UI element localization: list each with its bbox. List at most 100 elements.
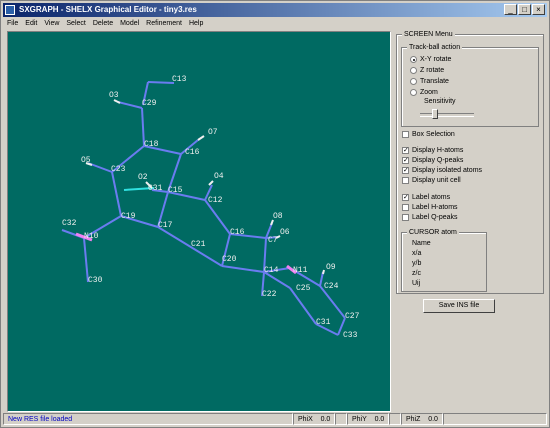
radio-xy-rotate[interactable]: X-Y rotate	[410, 55, 451, 64]
atom-label[interactable]: C30	[88, 276, 103, 285]
close-button[interactable]: ×	[532, 4, 545, 15]
bond	[289, 287, 317, 325]
menu-model[interactable]: Model	[120, 18, 139, 29]
atom-label[interactable]: O4	[214, 172, 224, 181]
atom-label[interactable]: C21	[191, 240, 206, 249]
menu-bar: File Edit View Select Delete Model Refin…	[3, 18, 550, 29]
maximize-button[interactable]: □	[518, 4, 531, 15]
checkbox-box[interactable]	[402, 204, 409, 211]
status-spacer	[389, 413, 401, 425]
atom-label[interactable]: C31	[148, 184, 163, 193]
status-spacer	[335, 413, 347, 425]
label-atoms-checkbox[interactable]: ✓ Label atoms	[402, 193, 450, 202]
save-ins-button[interactable]: Save INS file	[423, 299, 495, 313]
minimize-button[interactable]: _	[504, 4, 517, 15]
o7-atom	[197, 135, 205, 141]
bond	[204, 199, 231, 235]
atom-label[interactable]: C18	[144, 140, 159, 149]
atom-label[interactable]: C16	[185, 148, 200, 157]
o9-atom	[322, 269, 325, 275]
menu-edit[interactable]: Edit	[25, 18, 37, 29]
atom-label[interactable]: C22	[262, 290, 277, 299]
atom-label[interactable]: C29	[142, 99, 157, 108]
o4-atom	[208, 180, 214, 186]
cursor-zc-label: z/c	[412, 270, 421, 277]
checkbox-label: Box Selection	[412, 131, 455, 138]
atom-label[interactable]: C32	[62, 219, 77, 228]
bond	[147, 81, 175, 84]
atom-label[interactable]: O8	[273, 212, 283, 221]
atom-label[interactable]: N11	[293, 266, 308, 275]
checkbox-label: Display unit cell	[412, 177, 461, 184]
status-phiz: PhiZ 0.0	[401, 413, 443, 425]
menu-refinement[interactable]: Refinement	[146, 18, 182, 29]
atom-label[interactable]: O2	[138, 173, 148, 182]
slider-thumb[interactable]	[432, 109, 438, 119]
title-bar[interactable]: SXGRAPH - SHELX Graphical Editor - tiny3…	[3, 3, 547, 17]
checkbox-label: Label H-atoms	[412, 204, 458, 211]
label-h-atoms-checkbox[interactable]: Label H-atoms	[402, 203, 458, 212]
radio-dot[interactable]	[410, 56, 417, 63]
radio-zoom[interactable]: Zoom	[410, 88, 438, 97]
bond	[117, 101, 143, 109]
sensitivity-label: Sensitivity	[424, 98, 456, 105]
checkbox-box[interactable]: ✓	[402, 147, 409, 154]
atom-label[interactable]: C7	[268, 236, 278, 245]
menu-help[interactable]: Help	[189, 18, 203, 29]
atom-label[interactable]: O5	[81, 156, 91, 165]
atom-label[interactable]: C19	[121, 212, 136, 221]
radio-translate[interactable]: Translate	[410, 77, 449, 86]
menu-delete[interactable]: Delete	[93, 18, 113, 29]
atom-label[interactable]: O7	[208, 128, 218, 137]
atom-label[interactable]: C13	[172, 75, 187, 84]
phiz-value: 0.0	[428, 416, 438, 423]
radio-dot[interactable]	[410, 67, 417, 74]
status-phiy: PhiY 0.0	[347, 413, 389, 425]
atom-label[interactable]: C15	[168, 186, 183, 195]
radio-label: Zoom	[420, 89, 438, 96]
display-unit-cell-checkbox[interactable]: Display unit cell	[402, 176, 461, 185]
atom-label[interactable]: C14	[264, 266, 279, 275]
radio-z-rotate[interactable]: Z rotate	[410, 66, 444, 75]
radio-label: X-Y rotate	[420, 56, 452, 63]
checkbox-box[interactable]: ✓	[402, 194, 409, 201]
atom-label[interactable]: C17	[158, 221, 173, 230]
atom-label[interactable]: C20	[222, 255, 237, 264]
radio-dot[interactable]	[410, 89, 417, 96]
molecule-canvas[interactable]: C13 O3 C29 O7 C18 C16 O5 C23 O2 C31 O4 C15 C12 C19 C17…	[7, 31, 391, 412]
menu-view[interactable]: View	[44, 18, 59, 29]
checkbox-box[interactable]	[402, 177, 409, 184]
box-selection-checkbox[interactable]: Box Selection	[402, 130, 455, 139]
menu-file[interactable]: File	[7, 18, 18, 29]
menu-select[interactable]: Select	[66, 18, 85, 29]
radio-dot[interactable]	[410, 78, 417, 85]
checkbox-box[interactable]	[402, 214, 409, 221]
display-h-atoms-checkbox[interactable]: ✓ Display H-atoms	[402, 146, 463, 155]
atom-label[interactable]: C12	[208, 196, 223, 205]
checkbox-box[interactable]: ✓	[402, 157, 409, 164]
atom-label[interactable]: N10	[84, 232, 99, 241]
atom-label[interactable]: O3	[109, 91, 119, 100]
atom-label[interactable]: C25	[296, 284, 311, 293]
atom-label[interactable]: C16	[230, 228, 245, 237]
molecule-view[interactable]: C13O3C29O7C18C16O5C23O2C31O4C15C12C19C17…	[8, 32, 390, 411]
sensitivity-slider[interactable]	[420, 109, 474, 119]
cursor-atom-legend: CURSOR atom	[407, 228, 459, 237]
checkbox-box[interactable]	[402, 131, 409, 138]
bond	[319, 271, 324, 287]
display-isolated-atoms-checkbox[interactable]: ✓ Display isolated atoms	[402, 166, 482, 175]
atom-label[interactable]: C27	[345, 312, 360, 321]
slider-track	[420, 113, 474, 117]
label-q-peaks-checkbox[interactable]: Label Q-peaks	[402, 213, 458, 222]
atom-label[interactable]: O9	[326, 263, 336, 272]
atom-label[interactable]: C33	[343, 331, 358, 340]
atom-label[interactable]: C24	[324, 282, 339, 291]
checkbox-box[interactable]: ✓	[402, 167, 409, 174]
atom-label[interactable]: O6	[280, 228, 290, 237]
display-q-peaks-checkbox[interactable]: ✓ Display Q-peaks	[402, 156, 463, 165]
checkbox-label: Label Q-peaks	[412, 214, 458, 221]
application-window: SXGRAPH - SHELX Graphical Editor - tiny3…	[0, 0, 550, 428]
bonds	[61, 81, 346, 336]
atom-label[interactable]: C23	[111, 165, 126, 174]
atom-label[interactable]: C31	[316, 318, 331, 327]
